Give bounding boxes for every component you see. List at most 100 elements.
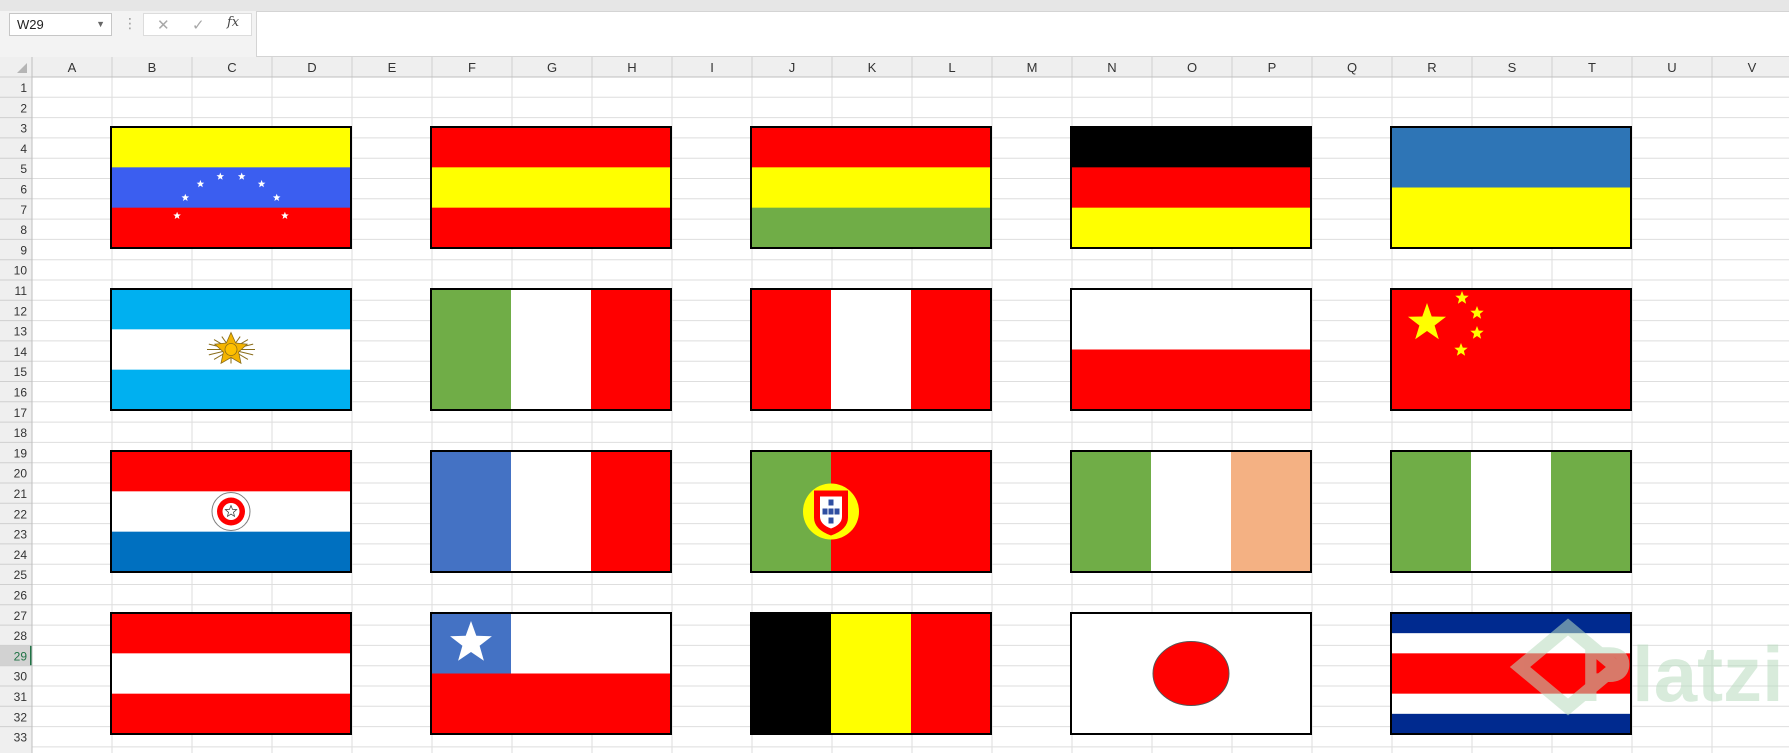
column-header-A[interactable]: A <box>68 60 77 75</box>
row-header-1[interactable]: 1 <box>20 81 27 95</box>
flag-stripe <box>1151 451 1232 572</box>
row-header-5[interactable]: 5 <box>20 162 27 176</box>
flag-stripe <box>431 167 671 209</box>
row-header-24[interactable]: 24 <box>14 548 28 562</box>
row-header-9[interactable]: 9 <box>20 243 27 257</box>
row-header-16[interactable]: 16 <box>14 386 28 400</box>
sun-disc-icon <box>1152 641 1230 706</box>
row-header-29[interactable]: 29 <box>14 649 28 663</box>
row-header-13[interactable]: 13 <box>14 325 28 339</box>
flag-stripe <box>591 451 672 572</box>
flag-paraguay[interactable] <box>110 450 352 573</box>
column-header-V[interactable]: V <box>1748 60 1757 75</box>
row-header-15[interactable]: 15 <box>14 365 28 379</box>
flag-belgium[interactable] <box>750 612 992 735</box>
row-header-20[interactable]: 20 <box>14 467 28 481</box>
flag-stripe <box>751 613 832 734</box>
flag-spain[interactable] <box>430 126 672 249</box>
row-header-3[interactable]: 3 <box>20 122 27 136</box>
column-header-B[interactable]: B <box>148 60 157 75</box>
flag-france[interactable] <box>430 450 672 573</box>
column-header-R[interactable]: R <box>1427 60 1436 75</box>
row-header-21[interactable]: 21 <box>14 487 28 501</box>
flag-bolivia[interactable] <box>750 126 992 249</box>
row-header-33[interactable]: 33 <box>14 731 28 745</box>
flag-peru[interactable] <box>750 288 992 411</box>
flag-stripe <box>911 289 992 410</box>
flag-chile[interactable] <box>430 612 672 735</box>
row-header-22[interactable]: 22 <box>14 507 28 521</box>
column-header-K[interactable]: K <box>868 60 877 75</box>
row-header-17[interactable]: 17 <box>14 406 28 420</box>
column-header-L[interactable]: L <box>948 60 955 75</box>
row-header-32[interactable]: 32 <box>14 710 28 724</box>
column-header-G[interactable]: G <box>547 60 557 75</box>
row-header-26[interactable]: 26 <box>14 589 28 603</box>
row-header-6[interactable]: 6 <box>20 183 27 197</box>
flag-stripe <box>911 613 992 734</box>
more-options-icon[interactable]: ⋮ <box>123 15 137 32</box>
column-header-U[interactable]: U <box>1667 60 1676 75</box>
column-header-T[interactable]: T <box>1588 60 1596 75</box>
column-header-O[interactable]: O <box>1187 60 1197 75</box>
formula-buttons: ✕ ✓ fx <box>143 13 252 36</box>
flag-austria[interactable] <box>110 612 352 735</box>
formula-input[interactable] <box>256 11 1789 57</box>
column-header-bar <box>0 57 1789 77</box>
row-header-23[interactable]: 23 <box>14 528 28 542</box>
row-header-10[interactable]: 10 <box>14 264 28 278</box>
flag-italy[interactable] <box>430 288 672 411</box>
column-header-F[interactable]: F <box>468 60 476 75</box>
worksheet-grid[interactable]: A B C D E F G H I J K L M N O P Q R S T U V123456789101112131… <box>0 57 1789 753</box>
column-header-M[interactable]: M <box>1027 60 1038 75</box>
row-header-7[interactable]: 7 <box>20 203 27 217</box>
row-header-12[interactable]: 12 <box>14 304 28 318</box>
flag-stripe <box>831 613 912 734</box>
shield-quina <box>822 508 828 515</box>
flag-poland[interactable] <box>1070 288 1312 411</box>
row-header-27[interactable]: 27 <box>14 609 28 623</box>
chevron-down-icon[interactable]: ▼ <box>96 14 105 35</box>
row-header-4[interactable]: 4 <box>20 142 27 156</box>
flag-stripe <box>111 693 351 735</box>
flag-portugal[interactable] <box>750 450 992 573</box>
flag-japan[interactable] <box>1070 612 1312 735</box>
column-header-D[interactable]: D <box>307 60 316 75</box>
flag-venezuela[interactable] <box>110 126 352 249</box>
flag-china[interactable] <box>1390 288 1632 411</box>
shield-quina <box>828 508 834 515</box>
row-header-2[interactable]: 2 <box>20 101 27 115</box>
column-header-Q[interactable]: Q <box>1347 60 1357 75</box>
flag-argentina[interactable] <box>110 288 352 411</box>
row-header-8[interactable]: 8 <box>20 223 27 237</box>
column-header-C[interactable]: C <box>227 60 236 75</box>
column-header-E[interactable]: E <box>388 60 397 75</box>
enter-icon[interactable]: ✓ <box>192 16 205 34</box>
row-header-14[interactable]: 14 <box>14 345 28 359</box>
flag-stripe <box>431 451 512 572</box>
platzi-watermark-text: Platzi <box>1580 630 1784 718</box>
flag-ukraine[interactable] <box>1390 126 1632 249</box>
column-header-H[interactable]: H <box>627 60 636 75</box>
name-box[interactable]: W29 ▼ <box>9 13 112 36</box>
row-header-30[interactable]: 30 <box>14 670 28 684</box>
row-header-19[interactable]: 19 <box>14 446 28 460</box>
row-header-18[interactable]: 18 <box>14 426 28 440</box>
flag-ireland[interactable] <box>1070 450 1312 573</box>
flag-nigeria[interactable] <box>1390 450 1632 573</box>
row-header-31[interactable]: 31 <box>14 690 28 704</box>
row-header-11[interactable]: 11 <box>15 284 28 298</box>
row-header-25[interactable]: 25 <box>14 568 28 582</box>
column-header-I[interactable]: I <box>710 60 714 75</box>
flag-stripe <box>111 127 351 168</box>
column-header-J[interactable]: J <box>789 60 796 75</box>
column-header-S[interactable]: S <box>1508 60 1517 75</box>
flag-germany[interactable] <box>1070 126 1312 249</box>
insert-function-icon[interactable]: fx <box>227 15 239 30</box>
cancel-icon[interactable]: ✕ <box>157 16 170 34</box>
column-header-P[interactable]: P <box>1268 60 1277 75</box>
column-header-N[interactable]: N <box>1107 60 1116 75</box>
row-header-28[interactable]: 28 <box>14 629 28 643</box>
flag-stripe <box>751 167 991 209</box>
shield-quina <box>828 499 834 506</box>
